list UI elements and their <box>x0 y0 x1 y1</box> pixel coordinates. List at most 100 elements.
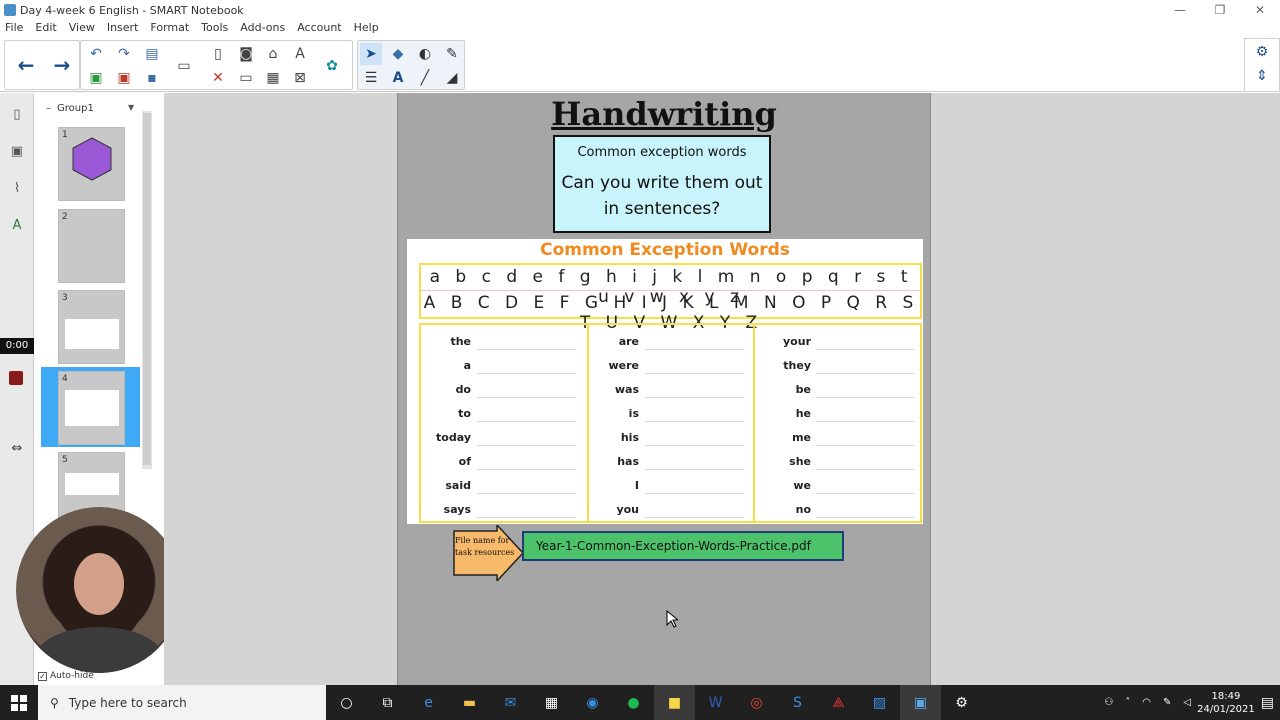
maximize-button[interactable]: ❐ <box>1200 0 1240 20</box>
start-button[interactable] <box>0 685 38 720</box>
undo-button[interactable]: ↶ <box>85 43 107 65</box>
search-icon: ⚲ <box>50 695 59 710</box>
menu-account[interactable]: Account <box>291 20 347 38</box>
photos-button[interactable]: ▨ <box>859 685 900 720</box>
page-thumbnail-3[interactable]: 3 <box>58 290 125 364</box>
edge-button[interactable]: e <box>408 685 449 720</box>
paste-button[interactable]: ▯ <box>207 43 229 65</box>
instruction-box[interactable]: Common exception words Can you write the… <box>553 135 771 233</box>
menu-file[interactable]: File <box>0 20 29 38</box>
select-tool[interactable]: ➤ <box>360 43 382 65</box>
delete-button[interactable]: ✕ <box>207 67 229 89</box>
page-thumbnail-1[interactable]: 1 <box>58 127 125 201</box>
scrollbar-thumb[interactable] <box>143 113 151 465</box>
lesson-activity-button[interactable]: ✿ <box>321 55 343 77</box>
record-icon[interactable] <box>9 371 23 385</box>
folder-icon: ▬ <box>462 694 477 711</box>
next-page-button[interactable]: → <box>45 41 79 89</box>
menu-addons[interactable]: Add-ons <box>234 20 291 38</box>
workspace[interactable]: Handwriting Common exception words Can y… <box>164 93 1280 685</box>
eraser-tool[interactable]: ◢ <box>441 67 463 89</box>
page-thumbnail-4[interactable]: 4 <box>58 371 125 445</box>
save-button[interactable]: ▪ <box>141 67 163 89</box>
acrobat-button[interactable]: ⟁ <box>818 685 859 720</box>
page-sorter-tab[interactable]: ▯ <box>6 103 28 125</box>
writing-line <box>645 373 743 374</box>
add-page-button[interactable]: ▤ <box>141 43 163 65</box>
screen-shade-button[interactable]: ▭ <box>235 67 257 89</box>
open-file-button[interactable]: ▣ <box>85 67 107 89</box>
text-tool[interactable]: A <box>387 67 409 89</box>
writing-line <box>645 421 743 422</box>
minimize-button[interactable]: — <box>1160 0 1200 20</box>
screen-capture-button[interactable]: ◙ <box>235 43 257 65</box>
gallery-tab[interactable]: ▣ <box>6 140 28 162</box>
exception-word: I <box>634 479 639 492</box>
delete-page-button[interactable]: ▣ <box>113 67 135 89</box>
menu-insert[interactable]: Insert <box>101 20 145 38</box>
volume-icon[interactable]: ◁ <box>1177 697 1197 708</box>
file-name-box[interactable]: Year-1-Common-Exception-Words-Practice.p… <box>522 531 844 561</box>
settings-taskbar-button[interactable]: ⚙ <box>941 685 982 720</box>
task-view-button[interactable]: ⧉ <box>367 685 408 720</box>
menu-edit[interactable]: Edit <box>29 20 62 38</box>
notebook-page[interactable]: Handwriting Common exception words Can y… <box>397 93 931 685</box>
clock[interactable]: 18:49 24/01/2021 <box>1197 690 1255 716</box>
wifi-icon[interactable]: ◠ <box>1136 697 1157 708</box>
previous-page-button[interactable]: ← <box>9 41 43 89</box>
spell-check-button[interactable]: A <box>289 43 311 65</box>
thumbnail-preview <box>65 390 119 426</box>
document-camera-button[interactable]: ⌂ <box>262 43 284 65</box>
instruction-subtitle: Common exception words <box>577 145 747 160</box>
slide-title[interactable]: Handwriting <box>398 95 930 133</box>
pen-workspace-icon[interactable]: ✎ <box>1157 697 1177 708</box>
chevron-up-icon[interactable]: ˄ <box>1119 697 1136 708</box>
pen-tool[interactable]: ✎ <box>441 43 463 65</box>
exception-word: his <box>620 431 639 444</box>
properties-tab[interactable]: A <box>6 214 28 236</box>
page-thumbnail-2[interactable]: 2 <box>58 209 125 283</box>
mail-button[interactable]: ✉ <box>490 685 531 720</box>
skype-button[interactable]: S <box>777 685 818 720</box>
word-button[interactable]: W <box>695 685 736 720</box>
smart-notebook-button[interactable]: ▣ <box>900 685 941 720</box>
worksheet-image[interactable]: Common Exception Words a b c d e f g h i… <box>407 239 923 524</box>
chevron-down-icon[interactable]: ▼ <box>128 103 134 112</box>
pointer-icon: ➤ <box>365 46 377 62</box>
exception-word: are <box>618 335 639 348</box>
attachments-tab[interactable]: ⌇ <box>6 177 28 199</box>
properties-tool[interactable]: ☰ <box>360 67 382 89</box>
page-number: 2 <box>62 212 68 222</box>
group-header[interactable]: – Group1 <box>46 103 94 114</box>
shapes-tool[interactable]: ◆ <box>387 43 409 65</box>
chrome-button[interactable]: ◎ <box>736 685 777 720</box>
line-tool[interactable]: ╱ <box>414 67 436 89</box>
resize-sidebar-handle[interactable]: ⇔ <box>6 437 28 459</box>
search-placeholder: Type here to search <box>68 695 187 710</box>
insert-table-button[interactable]: ▦ <box>262 67 284 89</box>
sticky-notes-button[interactable]: ■ <box>654 685 695 720</box>
display-button[interactable]: ▭ <box>173 55 195 77</box>
file-explorer-button[interactable]: ▬ <box>449 685 490 720</box>
store-button[interactable]: ▦ <box>531 685 572 720</box>
safari-button[interactable]: ◉ <box>572 685 613 720</box>
gear-icon: ⚙ <box>1255 44 1269 60</box>
move-toolbar-button[interactable]: ⇕ <box>1251 65 1273 87</box>
settings-button[interactable]: ⚙ <box>1251 41 1273 63</box>
spotify-button[interactable]: ● <box>613 685 654 720</box>
menu-view[interactable]: View <box>63 20 101 38</box>
exception-word: no <box>795 503 811 516</box>
timer-display: 0:00 <box>0 338 34 354</box>
sorter-scrollbar[interactable] <box>142 111 152 469</box>
close-button[interactable]: ✕ <box>1240 0 1280 20</box>
taskbar-search[interactable]: ⚲ Type here to search <box>38 685 326 720</box>
menu-format[interactable]: Format <box>144 20 195 38</box>
redo-button[interactable]: ↷ <box>113 43 135 65</box>
fit-page-button[interactable]: ⊠ <box>289 67 311 89</box>
menu-help[interactable]: Help <box>348 20 385 38</box>
menu-tools[interactable]: Tools <box>195 20 234 38</box>
cortana-button[interactable]: ○ <box>326 685 367 720</box>
fill-tool[interactable]: ◐ <box>414 43 436 65</box>
notifications-icon[interactable]: ▤ <box>1255 695 1280 711</box>
people-icon[interactable]: ⚇ <box>1098 697 1119 708</box>
